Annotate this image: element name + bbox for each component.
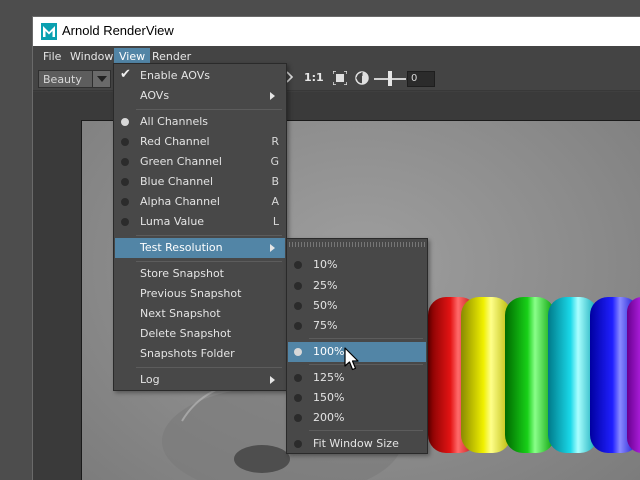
- purple-ring: [627, 297, 640, 453]
- window-title: Arnold RenderView: [62, 23, 174, 38]
- radio-icon: [294, 414, 302, 422]
- menu-snapshots-folder[interactable]: Snapshots Folder: [115, 344, 285, 364]
- menu-separator: [309, 338, 423, 339]
- resolution-200[interactable]: 200%: [288, 408, 426, 428]
- yellow-ring: [461, 297, 511, 453]
- menu-file[interactable]: File: [38, 48, 66, 65]
- tearoff-grip[interactable]: [289, 242, 425, 247]
- ratio-button[interactable]: 1:1: [304, 71, 324, 84]
- menu-all-channels[interactable]: All Channels: [115, 112, 285, 132]
- menu-red-channel[interactable]: Red Channel R: [115, 132, 285, 152]
- menu-separator: [309, 364, 423, 365]
- checkmark-icon: ✔: [120, 67, 131, 82]
- radio-icon: [294, 282, 302, 290]
- menu-test-resolution[interactable]: Test Resolution: [115, 238, 285, 258]
- exposure-slider-handle[interactable]: [388, 71, 392, 86]
- menu-aovs[interactable]: AOVs: [115, 86, 285, 106]
- menu-separator: [309, 430, 423, 431]
- radio-icon: [294, 374, 302, 382]
- menu-delete-snapshot[interactable]: Delete Snapshot: [115, 324, 285, 344]
- radio-icon: [294, 440, 302, 448]
- toolbar-partial-icon[interactable]: [286, 71, 294, 83]
- chevron-down-icon[interactable]: [92, 71, 110, 87]
- resolution-150[interactable]: 150%: [288, 388, 426, 408]
- radio-icon: [121, 138, 129, 146]
- menu-next-snapshot[interactable]: Next Snapshot: [115, 304, 285, 324]
- radio-icon: [294, 302, 302, 310]
- radio-icon: [121, 178, 129, 186]
- resolution-75[interactable]: 75%: [288, 316, 426, 336]
- channel-combo[interactable]: Beauty: [38, 70, 111, 88]
- frame-icon[interactable]: [333, 71, 347, 85]
- exposure-icon[interactable]: [354, 70, 370, 86]
- menu-green-channel[interactable]: Green Channel G: [115, 152, 285, 172]
- radio-icon: [294, 394, 302, 402]
- mouse-cursor-icon: [344, 347, 359, 371]
- menu-separator: [136, 367, 282, 368]
- maya-logo-icon: [41, 23, 57, 40]
- menu-window[interactable]: Window: [65, 48, 118, 65]
- submenu-arrow-icon: [270, 376, 275, 384]
- view-menu: ✔ Enable AOVs AOVs All Channels Red Chan…: [113, 63, 287, 391]
- test-resolution-submenu: 10% 25% 50% 75% 100% 125% 150% 200% Fit …: [286, 238, 428, 454]
- menu-alpha-channel[interactable]: Alpha Channel A: [115, 192, 285, 212]
- menu-previous-snapshot[interactable]: Previous Snapshot: [115, 284, 285, 304]
- radio-icon: [294, 322, 302, 330]
- channel-combo-value: Beauty: [43, 73, 82, 86]
- menu-separator: [136, 109, 282, 110]
- menu-enable-aovs[interactable]: ✔ Enable AOVs: [115, 66, 285, 86]
- radio-selected-icon: [294, 348, 302, 356]
- resolution-10[interactable]: 10%: [288, 255, 426, 275]
- menu-luma-value[interactable]: Luma Value L: [115, 212, 285, 232]
- submenu-arrow-icon: [270, 92, 275, 100]
- radio-selected-icon: [121, 118, 129, 126]
- resolution-25[interactable]: 25%: [288, 276, 426, 296]
- radio-icon: [294, 261, 302, 269]
- resolution-50[interactable]: 50%: [288, 296, 426, 316]
- submenu-arrow-icon: [270, 244, 275, 252]
- radio-icon: [121, 218, 129, 226]
- menu-store-snapshot[interactable]: Store Snapshot: [115, 264, 285, 284]
- menu-log[interactable]: Log: [115, 370, 285, 390]
- menu-separator: [136, 235, 282, 236]
- title-bar: Arnold RenderView: [33, 17, 640, 46]
- menu-blue-channel[interactable]: Blue Channel B: [115, 172, 285, 192]
- resolution-fit-window[interactable]: Fit Window Size: [288, 434, 426, 454]
- radio-icon: [121, 198, 129, 206]
- exposure-value-field[interactable]: 0: [407, 71, 435, 87]
- radio-icon: [121, 158, 129, 166]
- menu-separator: [136, 261, 282, 262]
